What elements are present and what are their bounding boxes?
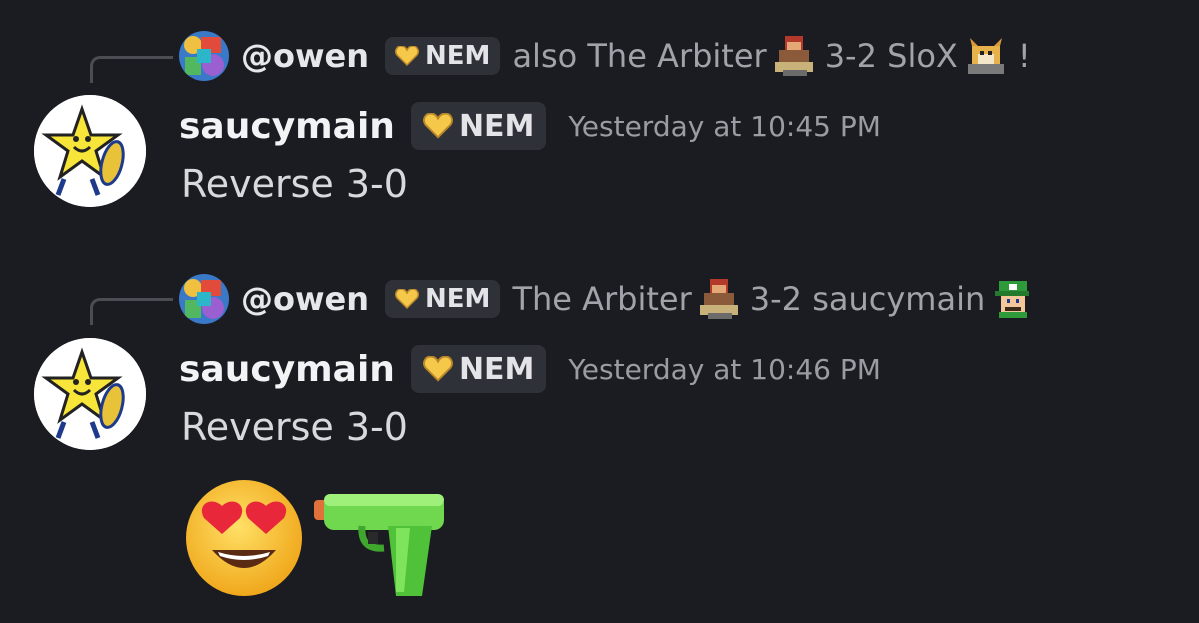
reply-text-before: The Arbiter	[512, 280, 692, 318]
owen-avatar[interactable]	[179, 274, 229, 324]
fox-emoji-icon	[964, 34, 1008, 78]
reply-text-middle: 3-2 saucymain	[749, 280, 986, 318]
message-header: saucymain NEM Yesterday at 10:45 PM	[179, 100, 881, 152]
username[interactable]: saucymain	[179, 106, 395, 147]
luigi-emoji-icon	[991, 277, 1035, 321]
heart-icon	[395, 46, 419, 66]
heart-eyes-emoji-icon	[182, 476, 306, 600]
warrior-emoji-icon	[773, 34, 815, 78]
heart-icon	[422, 356, 453, 382]
reply-preview[interactable]: @owen NEM also The Arbiter 3-2 SloX !	[179, 31, 1031, 81]
message-content: Reverse 3-0	[181, 162, 408, 206]
reply-mention[interactable]: @owen	[241, 37, 369, 75]
nem-badge[interactable]: NEM	[385, 280, 501, 318]
timestamp[interactable]: Yesterday at 10:45 PM	[568, 110, 881, 143]
saucymain-avatar[interactable]	[34, 338, 146, 450]
nem-badge[interactable]: NEM	[410, 345, 547, 393]
heart-icon	[422, 113, 453, 139]
water-pistol-emoji-icon	[310, 488, 450, 600]
message-content: Reverse 3-0	[181, 405, 408, 449]
reply-text-after: !	[1017, 37, 1031, 75]
reply-mention[interactable]: @owen	[241, 280, 369, 318]
owen-avatar[interactable]	[179, 31, 229, 81]
message-header: saucymain NEM Yesterday at 10:46 PM	[179, 343, 881, 395]
heart-icon	[395, 289, 419, 309]
saucymain-avatar[interactable]	[34, 95, 146, 207]
timestamp[interactable]: Yesterday at 10:46 PM	[568, 353, 881, 386]
reply-connector	[90, 298, 173, 325]
reply-text-middle: 3-2 SloX	[824, 37, 958, 75]
badge-label: NEM	[458, 351, 535, 387]
nem-badge[interactable]: NEM	[385, 37, 501, 75]
badge-label: NEM	[425, 41, 491, 71]
badge-label: NEM	[425, 284, 491, 314]
badge-label: NEM	[458, 108, 535, 144]
warrior-emoji-icon	[698, 277, 740, 321]
username[interactable]: saucymain	[179, 349, 395, 390]
reply-preview[interactable]: @owen NEM The Arbiter 3-2 saucymain	[179, 274, 1041, 324]
reply-text-before: also The Arbiter	[512, 37, 767, 75]
nem-badge[interactable]: NEM	[410, 102, 547, 150]
reply-connector	[90, 56, 173, 83]
